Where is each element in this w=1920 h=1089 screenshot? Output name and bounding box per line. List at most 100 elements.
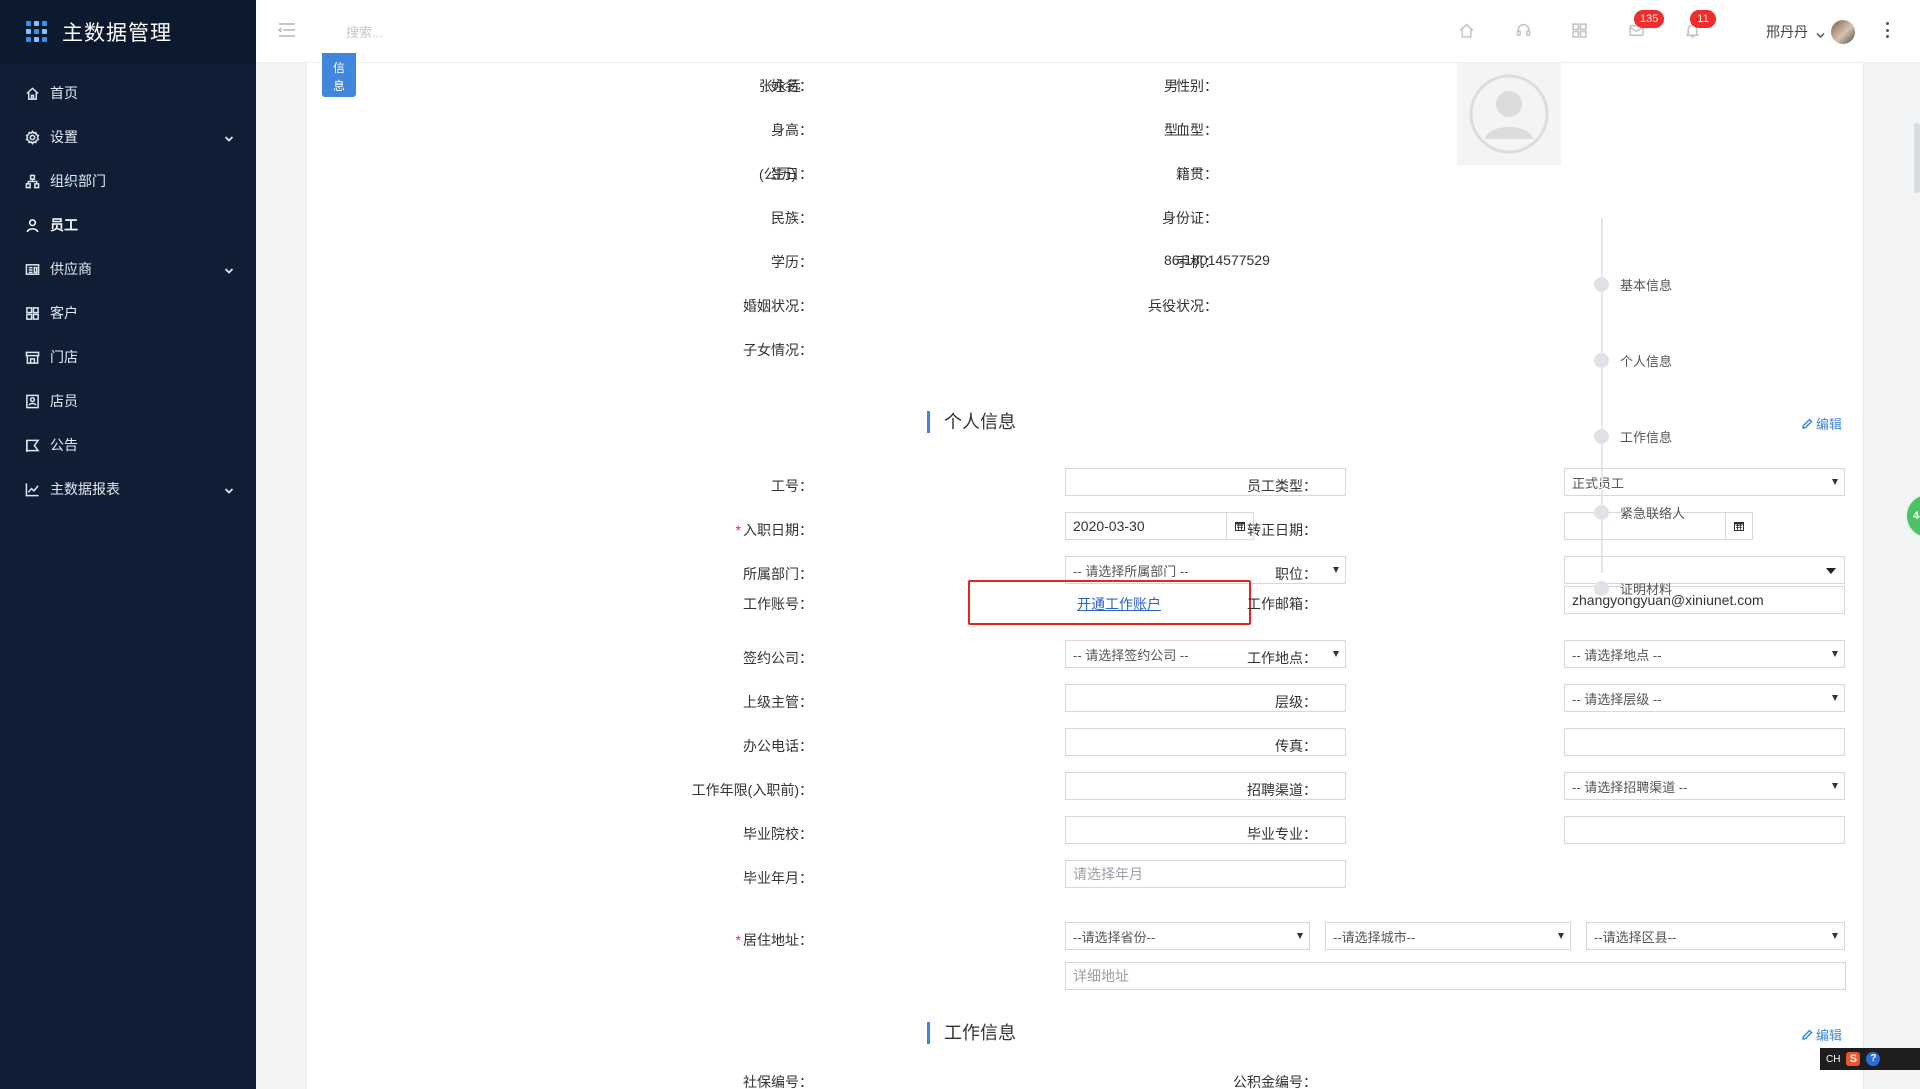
level-value: -- 请选择层级 -- — [1572, 691, 1662, 707]
level-label: 层级： — [1275, 694, 1317, 710]
edit-work-button[interactable]: 编辑 — [1801, 1025, 1842, 1044]
sidebar-item-settings[interactable]: 设置 — [0, 115, 256, 159]
org-icon — [24, 173, 40, 189]
department-label: 所属部门： — [743, 566, 813, 582]
sidebar-item-employee[interactable]: 员工 — [0, 203, 256, 247]
sidebar-item-label: 公告 — [50, 437, 78, 453]
regular-date-calendar-button[interactable] — [1725, 512, 1753, 540]
education-label: 学历： — [771, 254, 813, 270]
section-title-personal: 个人信息 — [927, 411, 1016, 433]
step-work-info[interactable]: 工作信息 — [1594, 427, 1672, 446]
help-icon[interactable]: ? — [1866, 1052, 1881, 1066]
home-icon[interactable] — [1456, 20, 1476, 40]
sidebar-item-label: 员工 — [50, 217, 78, 233]
sidebar-item-report[interactable]: 主数据报表 — [0, 467, 256, 511]
position-label: 职位： — [1275, 566, 1317, 582]
step-emergency-contact[interactable]: 紧急联络人 — [1594, 503, 1685, 522]
search-input[interactable] — [346, 20, 566, 44]
scrollbar-thumb[interactable] — [1914, 123, 1920, 193]
level-select[interactable]: -- 请选择层级 -- — [1564, 684, 1845, 712]
headset-icon[interactable] — [1513, 20, 1533, 40]
sidebar: 主数据管理 首页 设置 组织部门 员工 供应商 客户 门店 店员 公告 主数据报… — [0, 0, 256, 1089]
chevron-down-icon — [224, 131, 234, 142]
province-value: --请选择省份-- — [1073, 929, 1156, 945]
blood-type-value: 型 — [1164, 122, 1178, 138]
step-dot — [1594, 353, 1609, 368]
school-label: 毕业院校： — [743, 826, 813, 842]
employee-type-select[interactable]: 正式员工 — [1564, 468, 1845, 496]
work-location-label: 工作地点： — [1247, 650, 1317, 666]
address-label: * 居住地址： — [736, 930, 813, 950]
province-select[interactable]: --请选择省份-- — [1065, 922, 1310, 950]
caret-down-icon — [1832, 783, 1838, 789]
open-work-account-link[interactable]: 开通工作账户 — [1077, 594, 1161, 614]
chevron-down-icon[interactable] — [1816, 27, 1825, 39]
step-documents[interactable]: 证明材料 — [1594, 579, 1672, 598]
step-label: 个人信息 — [1620, 354, 1673, 369]
employee-photo[interactable] — [1457, 63, 1561, 165]
sidebar-item-label: 设置 — [50, 129, 78, 145]
avatar[interactable] — [1831, 20, 1855, 44]
info-side-tab[interactable]: 信 息 — [322, 53, 356, 97]
sidebar-item-supplier[interactable]: 供应商 — [0, 247, 256, 291]
caret-down-icon — [1826, 568, 1836, 574]
sidebar-item-label: 首页 — [50, 85, 78, 101]
step-label: 紧急联络人 — [1620, 506, 1686, 521]
employee-no-label: 工号： — [771, 478, 813, 494]
sidebar-item-org[interactable]: 组织部门 — [0, 159, 256, 203]
work-location-select[interactable]: -- 请选择地点 -- — [1564, 640, 1845, 668]
step-personal-info[interactable]: 个人信息 — [1594, 351, 1672, 370]
app-grid-icon — [26, 20, 48, 43]
brand[interactable]: 主数据管理 — [0, 0, 256, 63]
employee-detail-panel: 信 息 姓名： 张永远 性别： 男 身高： 血型： 型 生日： (公历) 籍贯：… — [306, 53, 1864, 1089]
message-count-badge: 135 — [1634, 10, 1665, 28]
sidebar-item-clerk[interactable]: 店员 — [0, 379, 256, 423]
sidebar-item-announcement[interactable]: 公告 — [0, 423, 256, 467]
join-date-input[interactable]: 2020-03-30 — [1065, 512, 1227, 540]
supervisor-label: 上级主管： — [743, 694, 813, 710]
bell-icon[interactable]: 11 — [1682, 10, 1716, 40]
sidebar-item-customer[interactable]: 客户 — [0, 291, 256, 335]
notification-count-badge: 11 — [1690, 10, 1716, 28]
join-date-label: * 入职日期： — [736, 520, 813, 540]
sogou-icon[interactable]: S — [1846, 1052, 1861, 1066]
caret-down-icon — [1333, 651, 1339, 657]
menu-toggle-icon[interactable] — [277, 22, 296, 38]
message-icon[interactable]: 135 — [1626, 10, 1665, 40]
fax-label: 传真： — [1275, 738, 1317, 754]
avatar-placeholder-icon — [1469, 74, 1549, 154]
city-select[interactable]: --请选择城市-- — [1325, 922, 1571, 950]
major-input[interactable] — [1564, 816, 1845, 844]
content-area: 信 息 姓名： 张永远 性别： 男 身高： 血型： 型 生日： (公历) 籍贯：… — [256, 53, 1920, 1089]
work-account-label: 工作账号： — [743, 596, 813, 612]
major-label: 毕业专业： — [1247, 826, 1317, 842]
ime-language[interactable]: CH — [1826, 1054, 1840, 1065]
step-label: 工作信息 — [1620, 430, 1673, 445]
user-name[interactable]: 邢丹丹 — [1766, 22, 1808, 42]
department-value: -- 请选择所属部门 -- — [1073, 563, 1189, 579]
join-date-label-text: 入职日期： — [743, 522, 813, 538]
mobile-value: 86-18014577529 — [1164, 252, 1270, 268]
announce-icon — [24, 437, 40, 453]
graduation-date-label: 毕业年月： — [743, 870, 813, 886]
district-value: --请选择区县-- — [1594, 929, 1677, 945]
sidebar-item-home[interactable]: 首页 — [0, 71, 256, 115]
step-dot — [1594, 581, 1609, 596]
customer-icon — [24, 305, 40, 321]
edit-label: 编辑 — [1816, 1028, 1843, 1043]
address-detail-input[interactable]: 详细地址 — [1065, 962, 1846, 990]
apps-icon[interactable] — [1569, 20, 1589, 40]
edit-personal-button[interactable]: 编辑 — [1801, 414, 1842, 433]
step-label: 基本信息 — [1620, 278, 1673, 293]
sidebar-item-label: 门店 — [50, 349, 78, 365]
sidebar-item-store[interactable]: 门店 — [0, 335, 256, 379]
address-detail-placeholder: 详细地址 — [1073, 968, 1129, 984]
recruit-channel-select[interactable]: -- 请选择招聘渠道 -- — [1564, 772, 1845, 800]
floating-chat-bubble[interactable]: 44 — [1905, 493, 1920, 539]
graduation-date-input[interactable]: 请选择年月 — [1065, 860, 1346, 888]
step-basic-info[interactable]: 基本信息 — [1594, 275, 1672, 294]
fax-input[interactable] — [1564, 728, 1845, 756]
recruit-channel-label: 招聘渠道： — [1247, 782, 1317, 798]
district-select[interactable]: --请选择区县-- — [1586, 922, 1845, 950]
more-options-icon[interactable] — [1886, 22, 1890, 38]
